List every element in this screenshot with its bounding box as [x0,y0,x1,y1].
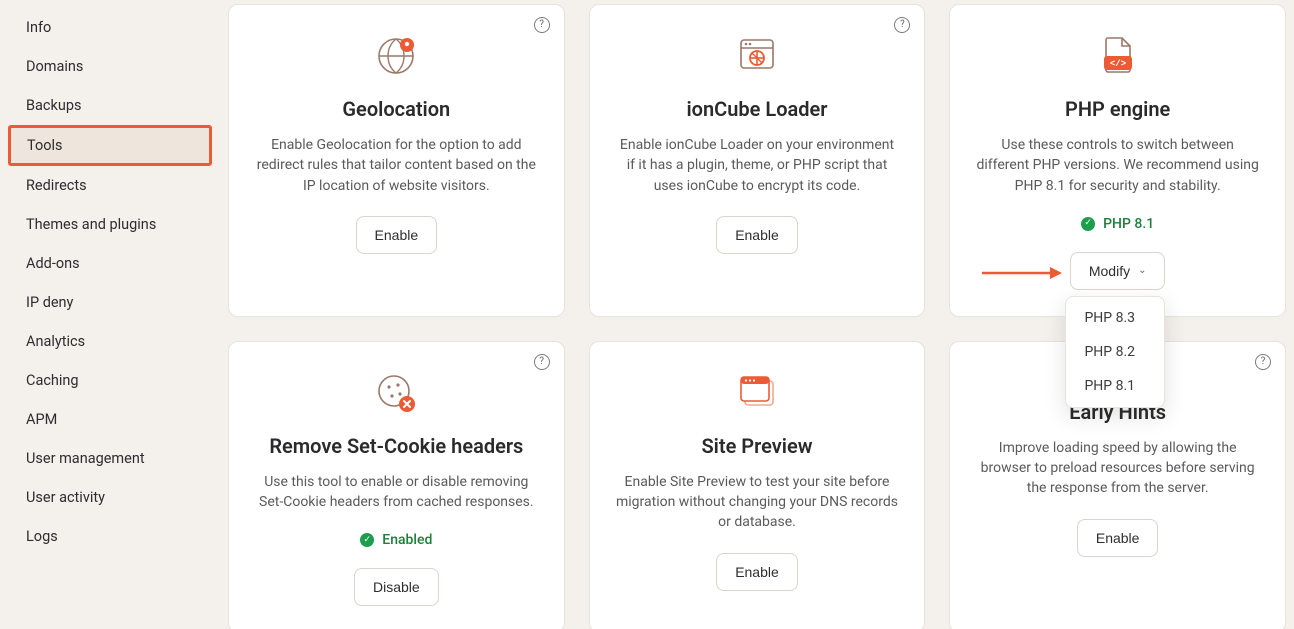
card-ioncube: ? ionCube Loader Enable ionCube Loader o… [589,4,926,317]
card-description: Use this tool to enable or disable remov… [255,472,538,513]
sidebar-item-domains[interactable]: Domains [8,47,212,86]
php-file-icon: </> [1095,33,1141,79]
dropdown-item-php83[interactable]: PHP 8.3 [1066,301,1164,335]
status-text: Enabled [382,532,432,548]
enable-button[interactable]: Enable [716,553,798,591]
card-php-engine: </> PHP engine Use these controls to swi… [949,4,1286,317]
card-description: Enable Geolocation for the option to add… [255,135,538,196]
browser-preview-icon [734,370,780,416]
dropdown-item-php81[interactable]: PHP 8.1 [1066,369,1164,403]
card-title: PHP engine [1065,97,1170,121]
sidebar-item-backups[interactable]: Backups [8,86,212,125]
enable-button[interactable]: Enable [716,216,798,254]
card-geolocation: ? Geolocation Enable Geolocation for the… [228,4,565,317]
globe-pin-icon [373,33,419,79]
card-description: Enable Site Preview to test your site be… [616,472,899,533]
php-status: ✓ PHP 8.1 [1081,216,1154,232]
help-icon[interactable]: ? [534,17,550,33]
sidebar-item-ip-deny[interactable]: IP deny [8,283,212,322]
enable-button[interactable]: Enable [356,216,438,254]
sidebar-item-redirects[interactable]: Redirects [8,166,212,205]
sidebar-item-user-management[interactable]: User management [8,439,212,478]
help-icon[interactable]: ? [1255,354,1271,370]
card-remove-set-cookie: ? Remove Set-Cookie headers Use this too… [228,341,565,629]
sidebar-item-apm[interactable]: APM [8,400,212,439]
sidebar-item-caching[interactable]: Caching [8,361,212,400]
disable-button[interactable]: Disable [354,568,439,606]
status-enabled: ✓ Enabled [360,532,432,548]
sidebar-item-logs[interactable]: Logs [8,517,212,556]
arrow-annotation-icon [982,266,1062,280]
card-title: ionCube Loader [686,97,827,121]
chevron-down-icon: ⌄ [1138,265,1146,276]
card-title: Remove Set-Cookie headers [269,434,523,458]
sidebar-item-info[interactable]: Info [8,8,212,47]
modify-dropdown-wrap: Modify ⌄ PHP 8.3 PHP 8.2 PHP 8.1 [1070,252,1166,290]
php-version-dropdown: PHP 8.3 PHP 8.2 PHP 8.1 [1065,296,1165,408]
sidebar-item-tools[interactable]: Tools [8,125,212,166]
card-description: Use these controls to switch between dif… [976,135,1259,196]
card-site-preview: Site Preview Enable Site Preview to test… [589,341,926,629]
card-description: Enable ionCube Loader on your environmen… [616,135,899,196]
sidebar: Info Domains Backups Tools Redirects The… [0,0,220,629]
sidebar-item-addons[interactable]: Add-ons [8,244,212,283]
card-title: Geolocation [342,97,450,121]
svg-text:</>: </> [1110,59,1126,69]
card-title: Site Preview [701,434,812,458]
status-text: PHP 8.1 [1103,216,1154,232]
cookie-remove-icon [373,370,419,416]
modify-button-label: Modify [1089,263,1130,279]
check-icon: ✓ [1081,217,1095,231]
sidebar-item-analytics[interactable]: Analytics [8,322,212,361]
help-icon[interactable]: ? [894,17,910,33]
tools-grid: ? Geolocation Enable Geolocation for the… [220,0,1294,629]
app-root: Info Domains Backups Tools Redirects The… [0,0,1294,629]
browser-cube-icon [734,33,780,79]
card-description: Improve loading speed by allowing the br… [976,438,1259,499]
modify-button[interactable]: Modify ⌄ [1070,252,1166,290]
help-icon[interactable]: ? [534,354,550,370]
sidebar-item-user-activity[interactable]: User activity [8,478,212,517]
dropdown-item-php82[interactable]: PHP 8.2 [1066,335,1164,369]
enable-button[interactable]: Enable [1077,519,1159,557]
check-icon: ✓ [360,533,374,547]
sidebar-item-themes-plugins[interactable]: Themes and plugins [8,205,212,244]
